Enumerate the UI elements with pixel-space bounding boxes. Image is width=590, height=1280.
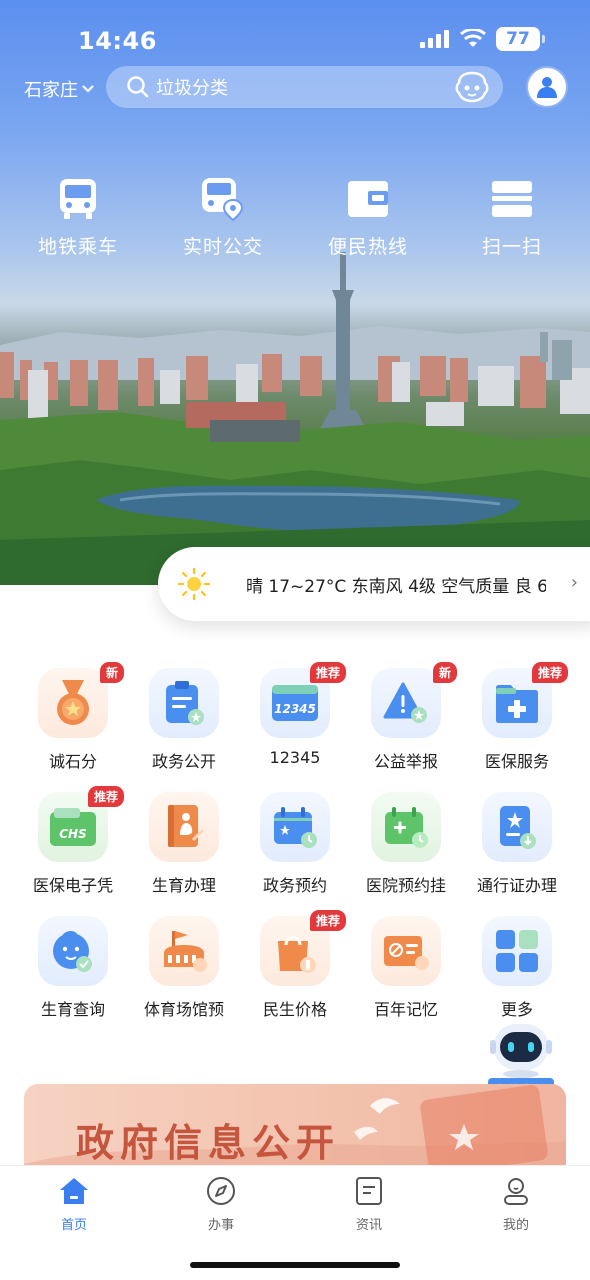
weather-text: 晴 17~27°C 东南风 4级 空气质量 良 6 (246, 576, 546, 597)
service-centennial-memory[interactable]: 百年记忆 (351, 916, 461, 1020)
search-bar[interactable]: 垃圾分类 (106, 66, 503, 108)
user-icon (537, 77, 557, 98)
svg-text:CHS: CHS (59, 827, 87, 841)
service-label: 更多 (500, 1000, 533, 1019)
banner-title: 政府信息公开 (76, 1121, 341, 1165)
service-12345[interactable]: 12345 推荐 12345 (240, 662, 350, 767)
service-label: 12345 (269, 748, 321, 767)
tab-profile[interactable]: 我的 (476, 1176, 556, 1233)
warning-icon (383, 682, 427, 723)
service-more[interactable]: 更多 (462, 916, 572, 1020)
service-stadium-booking[interactable]: 体育场馆预 (129, 916, 239, 1020)
service-label: 百年记忆 (373, 1000, 438, 1019)
service-gov-public[interactable]: 政务公开 (129, 668, 239, 772)
service-label: 诚石分 (48, 752, 97, 771)
tab-home[interactable]: 首页 (34, 1176, 114, 1233)
service-chengshifen[interactable]: 新 诚石分 (18, 662, 128, 772)
quick-action-label: 实时公交 (182, 236, 263, 258)
hotline-card-icon: 12345 (272, 685, 318, 721)
quick-action-label: 地铁乘车 (37, 236, 118, 258)
service-maternity-query[interactable]: 生育查询 (18, 916, 128, 1020)
service-label: 体育场馆预 (143, 1000, 224, 1019)
recommend-badge: 推荐 (531, 662, 568, 683)
chevron-down-icon (82, 85, 94, 93)
svg-text:12345: 12345 (274, 702, 316, 716)
signal-icon (420, 30, 449, 48)
status-time: 14:46 (78, 27, 157, 55)
recommend-badge: 推荐 (309, 910, 346, 931)
tab-label: 首页 (60, 1218, 87, 1233)
news-icon (356, 1177, 382, 1205)
service-pass-handle[interactable]: 通行证办理 (462, 792, 572, 896)
grid-more-icon (496, 930, 538, 972)
city-label: 石家庄 (24, 80, 78, 101)
medical-folder-icon (496, 685, 538, 723)
service-label: 公益举报 (373, 752, 438, 771)
service-public-report[interactable]: 新 公益举报 (351, 662, 461, 772)
chevron-right-icon: › (570, 572, 578, 593)
quick-action-scan[interactable]: 扫一扫 (457, 176, 567, 259)
recommend-badge: 推荐 (309, 662, 346, 683)
medal-icon (57, 680, 89, 725)
search-placeholder: 垃圾分类 (156, 78, 228, 99)
user-avatar[interactable] (526, 66, 568, 108)
service-label: 生育办理 (151, 876, 216, 895)
scan-icon (492, 181, 532, 217)
compass-icon (207, 1177, 235, 1205)
calendar-icon (274, 807, 317, 848)
service-gov-appointment[interactable]: 政务预约 (240, 792, 350, 896)
service-label: 政务公开 (151, 752, 216, 771)
quick-action-label: 扫一扫 (481, 236, 542, 258)
baby-face-icon (53, 931, 92, 972)
service-livelihood-price[interactable]: 推荐 民生价格 (240, 910, 350, 1020)
quick-action-metro[interactable]: 地铁乘车 (23, 176, 133, 259)
service-maternity-handle[interactable]: 生育办理 (129, 792, 239, 896)
service-label: 医保电子凭 (32, 876, 113, 895)
hero-banner: 14:46 77 石家庄 垃圾分类 地铁乘车 实时公交 便民热线 扫一扫 (0, 0, 590, 585)
recommend-badge: 推荐 (87, 786, 124, 807)
new-badge: 新 (432, 662, 457, 683)
chs-card-icon: CHS (50, 808, 96, 846)
tab-label: 资讯 (355, 1218, 382, 1233)
sun-icon (178, 568, 210, 600)
service-label: 医保服务 (484, 752, 549, 771)
tab-news[interactable]: 资讯 (329, 1176, 409, 1233)
maternity-book-icon (168, 805, 204, 847)
shopping-bag-icon (278, 936, 316, 973)
service-label: 医院预约挂 (365, 876, 446, 895)
tab-label: 办事 (207, 1218, 234, 1233)
service-hospital-register[interactable]: 医院预约挂 (351, 792, 461, 896)
status-icons: 77 (420, 27, 545, 51)
stadium-icon (164, 931, 207, 972)
bus-location-icon (202, 178, 244, 222)
battery-indicator: 77 (496, 27, 545, 51)
wallet-icon (348, 181, 388, 217)
new-badge: 新 (99, 662, 124, 683)
service-label: 通行证办理 (476, 876, 557, 895)
city-selector[interactable]: 石家庄 (24, 76, 94, 102)
quick-action-realtime-bus[interactable]: 实时公交 (168, 176, 278, 259)
search-icon (127, 76, 149, 98)
voice-assistant-icon[interactable] (455, 71, 489, 103)
quick-action-label: 便民热线 (327, 236, 408, 258)
tab-services[interactable]: 办事 (181, 1176, 261, 1233)
service-medical-ecard[interactable]: CHS 推荐 医保电子凭 (18, 786, 128, 896)
wifi-icon (460, 29, 486, 47)
hospital-calendar-icon (385, 807, 428, 848)
bus-icon (60, 179, 96, 219)
home-icon (60, 1178, 88, 1204)
service-label: 政务预约 (262, 876, 327, 895)
robot-icon (490, 1024, 552, 1078)
service-medical-insurance[interactable]: 推荐 医保服务 (462, 662, 572, 772)
service-label: 民生价格 (262, 1000, 327, 1019)
quick-action-hotline[interactable]: 便民热线 (313, 176, 423, 259)
clipboard-icon (166, 681, 204, 725)
weather-bar[interactable]: 晴 17~27°C 东南风 4级 空气质量 良 6 › (158, 547, 590, 621)
home-indicator (190, 1262, 400, 1268)
service-label: 生育查询 (40, 1000, 105, 1019)
profile-icon (504, 1178, 528, 1205)
tab-label: 我的 (502, 1218, 529, 1233)
pass-document-icon (500, 806, 536, 849)
party-history-icon (384, 936, 429, 970)
